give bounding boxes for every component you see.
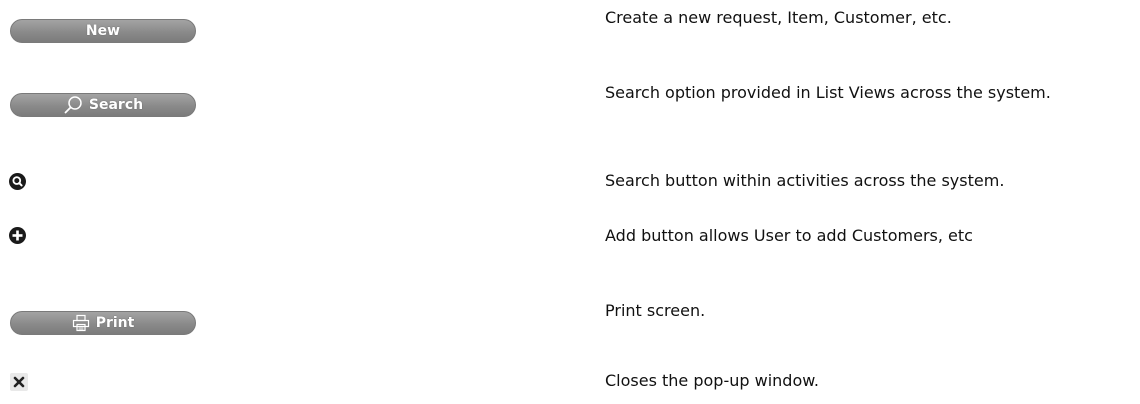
printer-icon (72, 314, 90, 332)
close-icon-description: Closes the pop-up window. (605, 371, 819, 390)
search-button-label: Search (88, 97, 144, 113)
magnifier-icon (63, 95, 83, 115)
new-button[interactable]: New (10, 19, 196, 43)
print-button-label: Print (95, 315, 135, 331)
search-button[interactable]: Search (10, 93, 196, 117)
close-icon[interactable] (10, 373, 28, 391)
search-icon-description: Search button within activities across t… (605, 171, 1005, 190)
add-icon-description: Add button allows User to add Customers,… (605, 226, 973, 245)
print-button[interactable]: Print (10, 311, 196, 335)
search-icon[interactable] (9, 173, 26, 190)
new-button-label: New (85, 23, 121, 39)
add-icon[interactable] (9, 227, 26, 244)
new-button-description: Create a new request, Item, Customer, et… (605, 8, 952, 27)
search-button-description: Search option provided in List Views acr… (605, 83, 1051, 102)
print-button-description: Print screen. (605, 301, 706, 320)
